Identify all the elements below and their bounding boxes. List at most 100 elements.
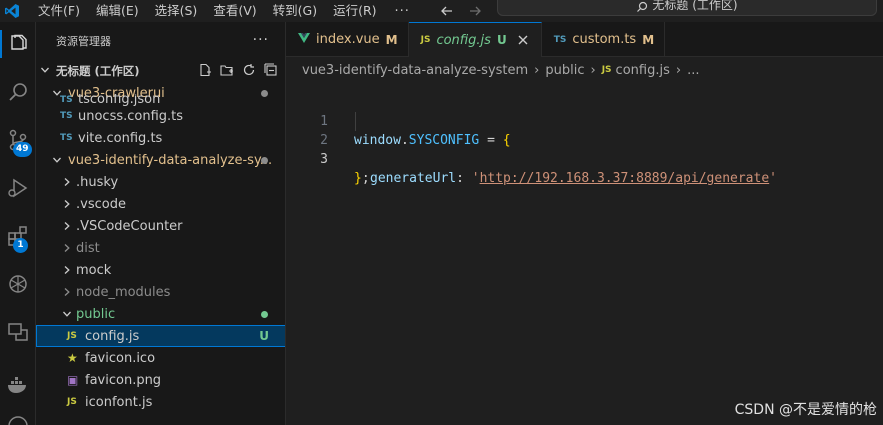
image-file-icon: ▣ [67, 373, 79, 387]
collapse-all-icon[interactable] [264, 63, 278, 77]
tree-file-vite-config[interactable]: TS vite.config.ts [36, 127, 285, 149]
openai-icon[interactable] [0, 266, 36, 302]
typescript-file-icon: TS [553, 34, 567, 45]
code-line-1: 1 window.SYSCONFIG = { [286, 93, 883, 148]
vue-file-icon [298, 32, 310, 47]
chevron-down-icon [60, 309, 74, 319]
tab-label: index.vue [316, 32, 380, 47]
new-file-icon[interactable] [198, 63, 212, 77]
code-line-2: 2 generateUrl: 'http://192.168.3.37:8889… [286, 112, 883, 186]
tree-label: mock [76, 262, 112, 278]
run-debug-icon[interactable] [0, 170, 36, 206]
extensions-badge: 1 [13, 238, 28, 253]
tab-git-status: M [642, 32, 655, 47]
tab-label: custom.ts [572, 32, 637, 47]
tab-config-js[interactable]: JS config.js U [408, 22, 542, 57]
workspace-header[interactable]: 无标题 (工作区) [36, 60, 285, 82]
git-untracked-badge: U [259, 329, 269, 343]
tab-label: config.js [436, 32, 491, 48]
javascript-file-icon: JS [420, 35, 431, 45]
tree-folder-husky[interactable]: .husky [36, 171, 285, 193]
star-file-icon: ★ [67, 351, 78, 365]
tree-folder-dist[interactable]: dist [36, 237, 285, 259]
breadcrumb-file[interactable]: config.js [616, 63, 670, 78]
tree-label: public [76, 306, 116, 322]
tab-git-status: M [385, 32, 398, 47]
tree-folder-vscodecounter[interactable]: .VSCodeCounter [36, 215, 285, 237]
explorer-more-button[interactable]: ··· [253, 32, 269, 48]
tree-label: dist [76, 240, 100, 256]
tree-folder-node-modules[interactable]: node_modules [36, 281, 285, 303]
translate-icon[interactable] [0, 314, 36, 350]
tree-file-unocss-config[interactable]: TS unocss.config.ts [36, 105, 285, 127]
chevron-down-icon [40, 64, 56, 78]
source-control-badge: 49 [13, 142, 32, 157]
chevron-right-icon [60, 221, 74, 231]
extensions-icon[interactable]: 1 [0, 218, 36, 254]
tree-file-favicon-ico[interactable]: ★ favicon.ico [36, 347, 285, 369]
tree-folder-public[interactable]: public [36, 303, 285, 325]
typescript-file-icon: TS [60, 111, 73, 121]
navigation-arrows [440, 0, 482, 22]
tree-file-favicon-png[interactable]: ▣ favicon.png [36, 369, 285, 391]
javascript-file-icon: JS [601, 65, 612, 75]
menu-go[interactable]: 转到(G) [265, 0, 325, 22]
docker-icon[interactable] [0, 366, 36, 402]
activity-bar: 49 1 [0, 22, 36, 425]
menu-more-button[interactable]: ··· [385, 4, 420, 19]
code-line-3: 3 }; [286, 131, 883, 186]
tree-folder-mock[interactable]: mock [36, 259, 285, 281]
new-folder-icon[interactable] [220, 63, 234, 77]
indent-guide [355, 112, 356, 131]
account-icon[interactable] [0, 408, 36, 425]
tree-file-iconfont-js[interactable]: JS iconfont.js [36, 391, 285, 413]
line-number: 3 [320, 152, 328, 167]
tree-label: .husky [76, 174, 119, 190]
source-control-icon[interactable]: 49 [0, 122, 36, 158]
breadcrumb-symbol[interactable]: ... [687, 63, 699, 78]
tab-index-vue[interactable]: index.vue M [286, 22, 409, 57]
chevron-down-icon [50, 155, 64, 165]
menu-file[interactable]: 文件(F) [30, 0, 88, 22]
menu-selection[interactable]: 选择(S) [147, 0, 206, 22]
explorer-sidebar: 资源管理器 ··· 无标题 (工作区) vue3-crawlerui TS ts… [36, 22, 286, 425]
menu-bar: 文件(F) 编辑(E) 选择(S) 查看(V) 转到(G) 运行(R) ··· [30, 0, 420, 22]
code-editor[interactable]: 1 window.SYSCONFIG = { 2 generateUrl: 'h… [286, 83, 883, 425]
tab-custom-ts[interactable]: TS custom.ts M [542, 22, 666, 57]
code-content: }; [354, 171, 370, 186]
close-icon[interactable] [515, 32, 531, 48]
chevron-right-icon [60, 243, 74, 253]
breadcrumb-project[interactable]: vue3-identify-data-analyze-system [302, 63, 528, 78]
title-bar: 文件(F) 编辑(E) 选择(S) 查看(V) 转到(G) 运行(R) ··· … [0, 0, 883, 22]
explorer-icon[interactable] [0, 26, 36, 62]
tree-root-vue3-identify[interactable]: vue3-identify-data-analyze-sy... [36, 149, 285, 171]
watermark-text: CSDN @不是爱情的枪 [734, 402, 877, 418]
chevron-right-icon [60, 199, 74, 209]
vscode-logo-icon [4, 3, 20, 19]
menu-run[interactable]: 运行(R) [325, 0, 384, 22]
chevron-right-icon: › [534, 62, 540, 78]
menu-view[interactable]: 查看(V) [205, 0, 264, 22]
tree-label: vite.config.ts [78, 130, 163, 146]
tree-label: iconfont.js [85, 394, 153, 410]
chevron-right-icon: › [590, 62, 596, 78]
search-icon[interactable] [0, 74, 36, 110]
git-modified-dot [261, 157, 268, 164]
tree-file-config-js[interactable]: JS config.js U [36, 325, 285, 347]
chevron-right-icon [60, 177, 74, 187]
tab-git-status: U [496, 33, 507, 47]
menu-edit[interactable]: 编辑(E) [88, 0, 147, 22]
tree-label: .VSCodeCounter [76, 218, 183, 234]
chevron-right-icon [60, 265, 74, 275]
javascript-file-icon: JS [67, 331, 77, 341]
breadcrumb-folder[interactable]: public [545, 63, 584, 78]
tree-folder-vscode[interactable]: .vscode [36, 193, 285, 215]
workspace-title: 无标题 (工作区) [56, 64, 140, 78]
back-arrow-icon[interactable] [440, 4, 454, 18]
forward-arrow-icon[interactable] [468, 4, 482, 18]
chevron-right-icon [60, 287, 74, 297]
refresh-icon[interactable] [242, 63, 256, 77]
explorer-header: 资源管理器 ··· [36, 22, 285, 60]
command-center-search[interactable]: 无标题 (工作区) [497, 0, 877, 16]
editor-tabs: index.vue M JS config.js U TS custom.ts … [286, 22, 883, 57]
